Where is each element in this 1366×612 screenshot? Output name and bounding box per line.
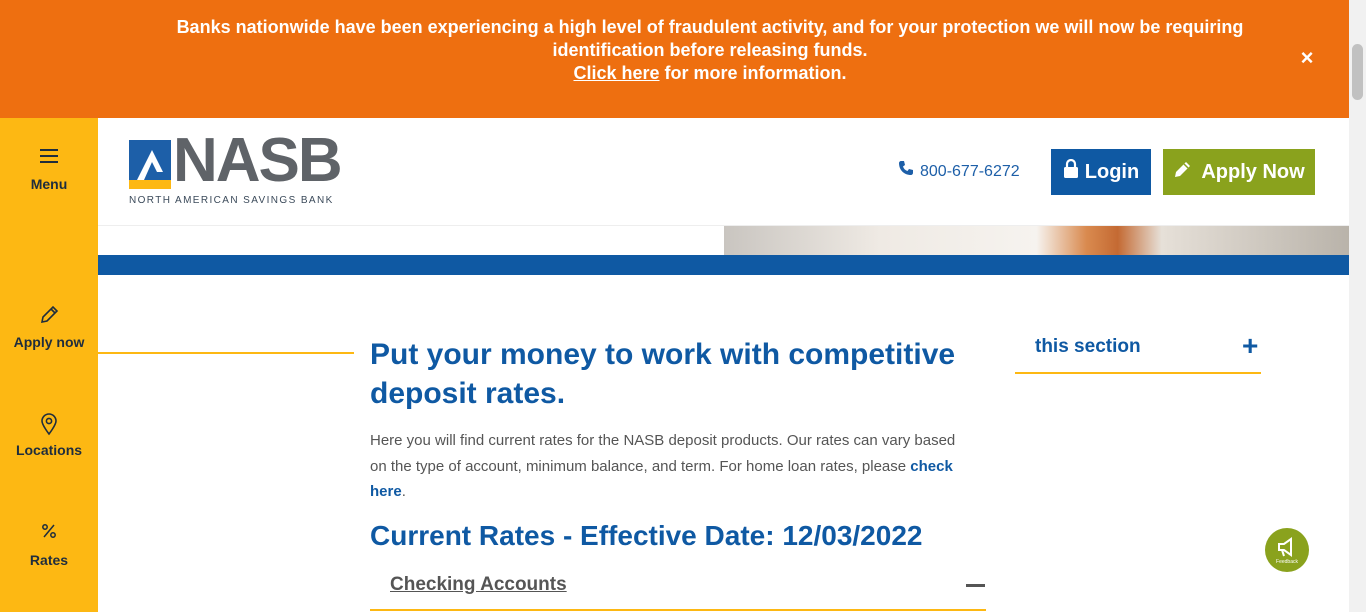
alert-line-1: Banks nationwide have been experiencing … (176, 17, 1244, 37)
fraud-alert-banner: Banks nationwide have been experiencing … (0, 0, 1349, 118)
apply-now-label: Apply Now (1201, 160, 1305, 183)
phone-number: 800-677-6272 (920, 163, 1020, 180)
megaphone-icon (1278, 537, 1292, 557)
close-icon[interactable]: × (1296, 47, 1318, 69)
logo-wordmark: NASB (173, 126, 343, 195)
page-title: Put your money to work with competitive … (370, 338, 956, 410)
sidebar-item-rates[interactable]: Rates (0, 522, 98, 568)
sidebar-item-apply-now[interactable]: Apply now (0, 304, 98, 350)
collapse-minus-icon[interactable] (966, 584, 985, 587)
feedback-button[interactable]: Feedback (1265, 528, 1309, 572)
phone-link[interactable]: 800-677-6272 (898, 160, 1020, 181)
alert-line-2: identification before releasing funds. (552, 40, 868, 60)
pencil-icon (0, 304, 98, 328)
section-nav-label: this section (1035, 336, 1141, 357)
map-pin-icon (0, 412, 98, 436)
pencil-icon (1173, 159, 1193, 185)
intro-paragraph: Here you will find current rates for the… (370, 428, 970, 505)
alert-click-here-link[interactable]: Click here (573, 63, 659, 83)
section-nav-toggle[interactable]: this section + (1015, 330, 1261, 374)
scrollbar-thumb[interactable] (1352, 44, 1363, 100)
site-header: NASB NORTH AMERICAN SAVINGS BANK 800-677… (98, 118, 1349, 226)
sidebar-item-locations[interactable]: Locations (0, 412, 98, 458)
sidebar-item-label: Apply now (13, 334, 85, 350)
checking-accounts-accordion[interactable]: Checking Accounts (370, 566, 986, 611)
logo-mark-icon (129, 140, 171, 189)
hero-blue-bar (98, 255, 1349, 275)
alert-line-3: Click here for more information. (573, 63, 846, 83)
login-button[interactable]: Login (1051, 149, 1151, 195)
apply-now-button[interactable]: Apply Now (1163, 149, 1315, 195)
accordion-label: Checking Accounts (390, 574, 567, 595)
sidebar-item-menu[interactable]: Menu (0, 146, 98, 192)
left-sidebar: Menu Apply now Locations Rates (0, 118, 98, 612)
alert-message: Banks nationwide have been experiencing … (150, 16, 1270, 85)
nasb-logo[interactable]: NASB NORTH AMERICAN SAVINGS BANK (129, 130, 349, 208)
sidebar-item-label: Locations (15, 442, 83, 458)
hamburger-icon (0, 146, 98, 170)
percent-icon (0, 522, 98, 546)
alert-link-suffix: for more information. (659, 63, 847, 83)
expand-plus-icon[interactable]: + (1242, 331, 1258, 361)
phone-icon (898, 160, 914, 181)
logo-tagline: NORTH AMERICAN SAVINGS BANK (129, 195, 334, 206)
decorative-divider (98, 352, 354, 354)
feedback-label: Feedback (1276, 559, 1298, 565)
page-scrollbar[interactable] (1349, 0, 1366, 612)
lock-icon (1063, 158, 1079, 185)
current-rates-heading: Current Rates - Effective Date: 12/03/20… (370, 520, 923, 551)
login-label: Login (1084, 160, 1140, 183)
hero-image (724, 226, 1349, 255)
sidebar-item-label: Menu (30, 176, 68, 192)
intro-text: Here you will find current rates for the… (370, 432, 956, 475)
sidebar-item-label: Rates (29, 552, 69, 568)
intro-end: . (401, 483, 406, 500)
